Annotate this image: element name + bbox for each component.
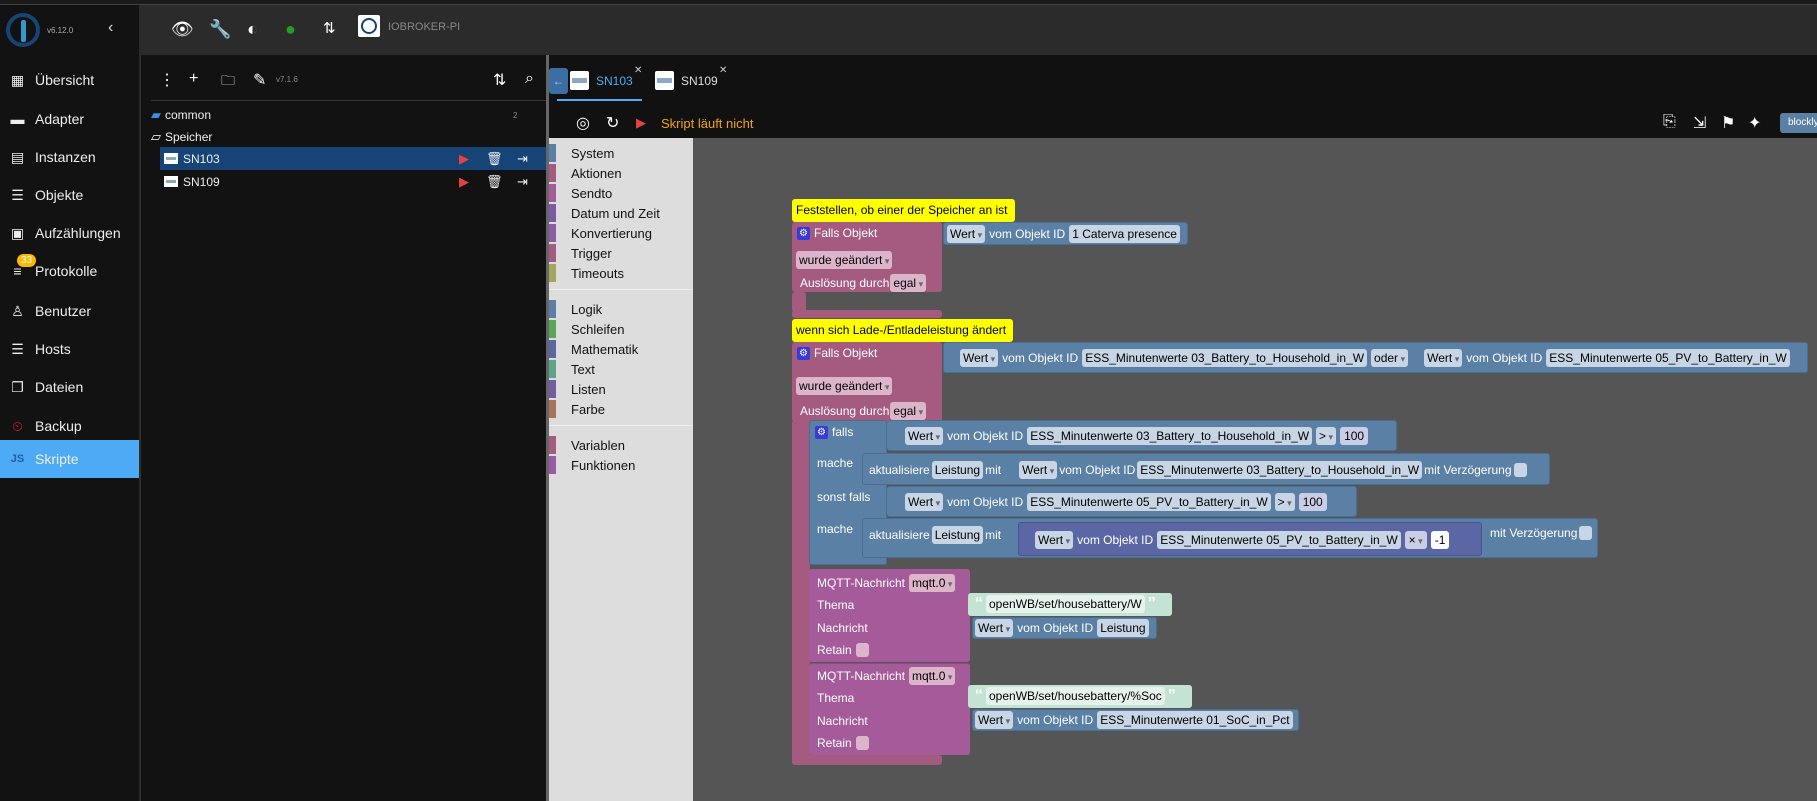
object-id-field[interactable]: ESS_Minutenwerte 01_SoC_in_Pct [1097,711,1293,729]
mqtt-instance-dropdown[interactable]: mqtt.0 [909,574,956,592]
value-dropdown[interactable]: Wert [905,493,944,511]
label: aktualisiere [869,528,930,542]
trigger-block-1-arm [792,292,806,312]
label: vom Objekt ID [1017,713,1094,727]
object-id-field[interactable]: ESS_Minutenwerte 03_Battery_to_Household… [1027,427,1313,445]
mqtt-instance-dropdown[interactable]: mqtt.0 [909,667,956,685]
label: Nachricht [817,621,868,635]
value-dropdown[interactable]: Wert [905,427,944,445]
object-id-field[interactable]: ESS_Minutenwerte 03_Battery_to_Household… [1137,461,1423,479]
number-field[interactable]: -1 [1430,531,1450,549]
trigger-dropdown[interactable]: egal [890,402,927,420]
retain-checkbox[interactable] [855,643,869,657]
label: mit [985,528,1002,542]
label: MQTT-Nachricht [817,669,906,683]
blockly-workspace[interactable]: Feststellen, ob einer der Speicher an is… [693,138,1817,801]
comment-2[interactable]: wenn sich Lade-/Entladeleistung ändert [792,319,1013,342]
label: vom Objekt ID [1466,351,1543,365]
gear-icon[interactable]: ⚙ [797,346,810,360]
label: vom Objekt ID [947,495,1024,509]
object-id-field[interactable]: ESS_Minutenwerte 03_Battery_to_Household… [1082,349,1368,367]
object-id-field[interactable]: ESS_Minutenwerte 05_PV_to_Battery_in_W [1027,493,1271,511]
object-id-field[interactable]: ESS_Minutenwerte 05_PV_to_Battery_in_W [1546,349,1790,367]
label: Auslösung durch [800,276,890,290]
label: mit [985,463,1002,477]
object-id-field[interactable]: ESS_Minutenwerte 05_PV_to_Battery_in_W [1157,531,1401,549]
label: Nachricht [817,714,868,728]
logic-dropdown[interactable]: oder [1371,349,1409,367]
comment-1[interactable]: Feststellen, ob einer der Speicher an is… [792,199,1015,222]
label: vom Objekt ID [947,429,1024,443]
gear-icon[interactable]: ⚙ [815,425,828,439]
label: Falls Objekt [814,226,878,240]
label: vom Objekt ID [1059,463,1136,477]
label: Retain [817,643,852,657]
trigger-dropdown[interactable]: egal [890,274,927,292]
label: falls [832,425,854,439]
trigger-block-1-bottom [792,310,942,318]
label: vom Objekt ID [1077,533,1154,547]
value-dropdown[interactable]: Wert [947,225,986,243]
value-dropdown[interactable]: Wert [1035,531,1074,549]
gear-icon[interactable]: ⚙ [797,226,810,240]
value-dropdown[interactable]: Wert [975,711,1014,729]
quote-close-icon: ” [1147,595,1156,612]
label: Auslösung durch [800,404,890,418]
label: Retain [817,736,852,750]
quote-close-icon: ” [1167,687,1176,704]
quote-open-icon: “ [975,687,983,704]
value-dropdown[interactable]: Wert [975,619,1014,637]
label: Thema [817,598,855,612]
object-id-field[interactable]: Leistung [1097,619,1149,637]
trigger-block-2-arm [792,420,810,760]
compare-dropdown[interactable]: > [1316,427,1337,445]
label: mache [817,456,854,470]
label: aktualisiere [869,463,930,477]
label: mit Verzögerung [1490,526,1578,540]
label: sonst falls [817,490,871,504]
variable-field[interactable]: Leistung [931,461,984,479]
quote-open-icon: “ [975,595,983,612]
object-id-field[interactable]: 1 Caterva presence [1069,225,1180,243]
text-field[interactable]: openWB/set/housebattery/W [986,595,1145,613]
label: mit Verzögerung [1424,463,1512,477]
label: mache [817,522,854,536]
number-field[interactable]: 100 [1298,493,1327,511]
operator-dropdown[interactable]: × [1404,531,1427,549]
value-dropdown[interactable]: Wert [1019,461,1058,479]
change-dropdown[interactable]: wurde geändert [796,377,893,395]
value-dropdown[interactable]: Wert [1424,349,1463,367]
label: MQTT-Nachricht [817,576,906,590]
number-field[interactable]: 100 [1340,427,1369,445]
change-dropdown[interactable]: wurde geändert [796,251,893,269]
variable-field[interactable]: Leistung [931,526,984,544]
compare-dropdown[interactable]: > [1274,493,1295,511]
label: vom Objekt ID [989,227,1066,241]
label: vom Objekt ID [1002,351,1079,365]
trigger-block-2-bottom [792,755,942,765]
label: vom Objekt ID [1017,621,1094,635]
label: Thema [817,691,855,705]
retain-checkbox[interactable] [855,736,869,750]
text-field[interactable]: openWB/set/housebattery/%Soc [986,687,1165,705]
delay-checkbox[interactable] [1579,526,1593,540]
label: Falls Objekt [814,346,878,360]
value-dropdown[interactable]: Wert [960,349,999,367]
delay-checkbox[interactable] [1513,463,1527,477]
